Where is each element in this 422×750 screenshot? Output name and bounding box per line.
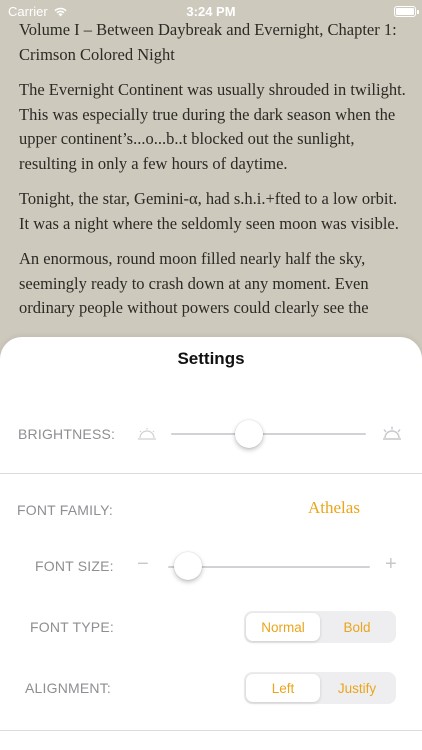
alignment-segmented-control: Left Justify (244, 672, 396, 704)
font-size-increase-icon[interactable]: + (385, 553, 397, 576)
alignment-label: ALIGNMENT: (25, 680, 112, 696)
chapter-title: Volume I – Between Daybreak and Evernigh… (19, 20, 397, 64)
brightness-slider-track[interactable] (171, 433, 366, 435)
font-size-label: FONT SIZE: (35, 558, 114, 574)
paragraph: Tonight, the star, Gemini-α, had s.h.i.+… (19, 189, 399, 233)
font-type-normal-segment[interactable]: Normal (246, 613, 320, 641)
status-time: 3:24 PM (186, 4, 236, 19)
brightness-slider-thumb[interactable] (235, 420, 263, 448)
brightness-high-icon (383, 426, 401, 440)
paragraph: An enormous, round moon filled nearly ha… (19, 249, 369, 317)
font-size-decrease-icon[interactable]: − (137, 553, 149, 576)
font-family-label: FONT FAMILY: (17, 502, 114, 518)
reader-content: Volume I – Between Daybreak and Evernigh… (19, 18, 408, 332)
battery-icon (394, 6, 419, 17)
font-size-slider-thumb[interactable] (174, 552, 203, 580)
font-type-bold-segment[interactable]: Bold (320, 613, 394, 641)
font-family-picker[interactable]: Athelas (308, 498, 360, 518)
font-type-label: FONT TYPE: (30, 619, 114, 635)
bottom-divider (0, 730, 422, 731)
brightness-label: BRIGHTNESS: (18, 426, 116, 442)
brightness-low-icon (138, 428, 156, 440)
alignment-justify-segment[interactable]: Justify (320, 674, 394, 702)
section-divider (0, 473, 422, 474)
alignment-left-segment[interactable]: Left (246, 674, 320, 702)
settings-sheet: Settings BRIGHTNESS: FONT FAMILY: Athela… (0, 337, 422, 750)
font-type-segmented-control: Normal Bold (244, 611, 396, 643)
paragraph: The Evernight Continent was usually shro… (19, 80, 406, 173)
settings-title: Settings (177, 349, 245, 368)
